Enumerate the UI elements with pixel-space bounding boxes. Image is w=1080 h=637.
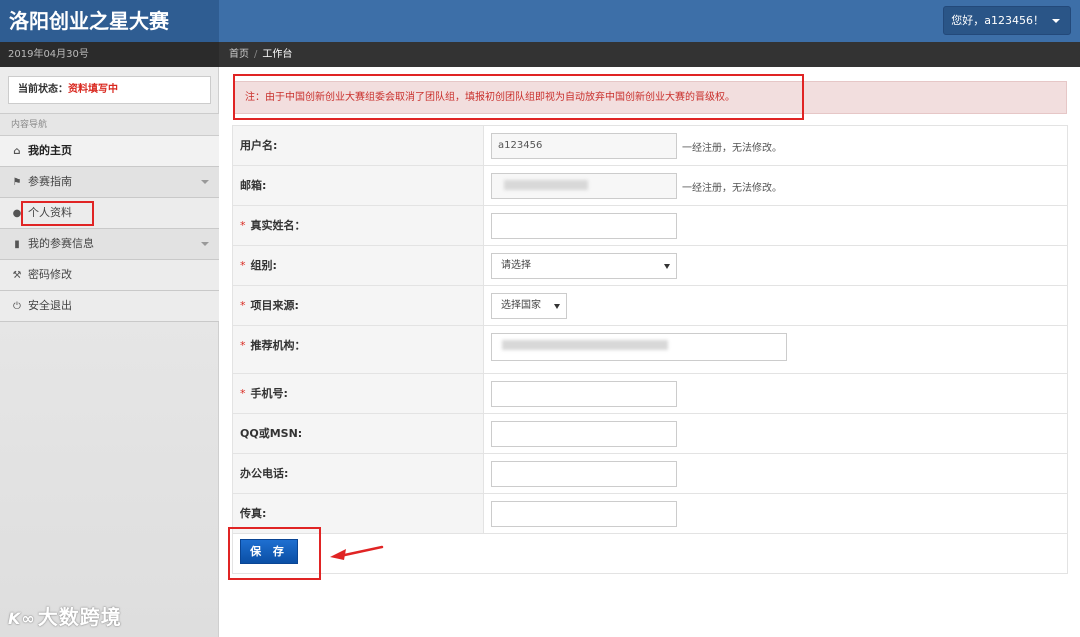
annotation-highlight-save <box>228 527 321 580</box>
username-hint: 一经注册，无法修改。 <box>682 142 782 154</box>
watermark: K∞ 大数跨境 <box>8 601 122 630</box>
form-row-office-phone: 办公电话: <box>232 453 1068 494</box>
status-box: 当前状态：资料填写中 <box>8 76 211 104</box>
required-mark: * <box>240 387 246 400</box>
realname-label: 真实姓名： <box>250 219 306 232</box>
app-title[interactable]: 洛阳创业之星大赛 <box>0 0 219 42</box>
form-row-qq: QQ或MSN: <box>232 413 1068 454</box>
form-row-source: * 项目来源: 选择国家 <box>232 285 1068 326</box>
required-mark: * <box>240 219 246 232</box>
qq-label: QQ或MSN: <box>232 413 484 454</box>
breadcrumb-separator: / <box>254 49 258 60</box>
group-select[interactable]: 请选择 <box>491 253 677 279</box>
form-row-phone: * 手机号: <box>232 373 1068 414</box>
username-field[interactable]: a123456 <box>491 133 677 159</box>
required-mark: * <box>240 299 246 312</box>
dropdown-arrow-icon <box>664 264 670 269</box>
group-selected-value: 请选择 <box>501 260 531 271</box>
status-value: 资料填写中 <box>68 84 118 95</box>
sidebar-item-label: 参赛指南 <box>28 175 72 188</box>
form-row-fax: 传真: <box>232 493 1068 534</box>
chevron-down-icon <box>201 242 209 246</box>
source-selected-value: 选择国家 <box>501 300 541 311</box>
username-label: 用户名: <box>232 125 484 166</box>
required-mark: * <box>240 259 246 272</box>
form-row-realname: * 真实姓名： <box>232 205 1068 246</box>
file-icon: ▮ <box>14 239 20 250</box>
wrench-icon: ⚒ <box>12 270 22 281</box>
phone-label: 手机号: <box>250 387 288 400</box>
qq-field[interactable] <box>491 421 677 447</box>
breadcrumb-home[interactable]: 首页 <box>229 49 249 60</box>
blurred-value <box>504 180 588 190</box>
form-row-email: 邮箱: 一经注册，无法修改。 <box>232 165 1068 206</box>
status-label: 当前状态： <box>18 84 68 95</box>
blurred-value <box>502 340 668 350</box>
caret-down-icon <box>1052 19 1060 23</box>
sidebar-item-label: 安全退出 <box>28 299 72 312</box>
form-row-group: * 组别: 请选择 <box>232 245 1068 286</box>
source-country-select[interactable]: 选择国家 <box>491 293 567 319</box>
fax-field[interactable] <box>491 501 677 527</box>
sub-bar: 2019年04月30号 首页 / 工作台 <box>0 42 1080 67</box>
email-field[interactable] <box>491 173 677 199</box>
power-icon: ⏻ <box>13 301 21 312</box>
user-greeting: 您好，a123456！ <box>951 14 1044 27</box>
user-menu-button[interactable]: 您好，a123456！ <box>943 6 1071 35</box>
sidebar-item-home[interactable]: ⌂ 我的主页 <box>0 136 219 167</box>
watermark-logo-icon: K∞ <box>8 609 36 628</box>
source-label: 项目来源: <box>250 299 299 312</box>
form-row-username: 用户名: a123456 一经注册，无法修改。 <box>232 125 1068 166</box>
required-mark: * <box>240 339 246 352</box>
top-header: 洛阳创业之星大赛 您好，a123456！ <box>0 0 1080 42</box>
watermark-text: 大数跨境 <box>37 605 122 629</box>
sidebar: 当前状态：资料填写中 内容导航 ⌂ 我的主页 ⚑ 参赛指南 ● 个人资料 ▮ 我的参赛信… <box>0 67 219 637</box>
office-phone-label: 办公电话: <box>232 453 484 494</box>
nav-header: 内容导航 <box>0 113 219 136</box>
email-hint: 一经注册，无法修改。 <box>682 182 782 194</box>
sidebar-item-logout[interactable]: ⏻ 安全退出 <box>0 291 219 322</box>
sidebar-item-label: 密码修改 <box>28 268 72 281</box>
sidebar-item-label: 我的参赛信息 <box>28 237 94 250</box>
annotation-highlight-notice <box>233 74 804 120</box>
office-phone-field[interactable] <box>491 461 677 487</box>
annotation-arrow-icon <box>330 545 384 560</box>
email-label: 邮箱: <box>232 165 484 206</box>
chevron-down-icon <box>201 180 209 184</box>
sidebar-item-label: 我的主页 <box>28 144 72 157</box>
current-date: 2019年04月30号 <box>0 42 219 67</box>
breadcrumb: 首页 / 工作台 <box>229 42 292 67</box>
dropdown-arrow-icon <box>554 304 560 309</box>
realname-field[interactable] <box>491 213 677 239</box>
org-label: 推荐机构： <box>250 339 306 352</box>
home-icon: ⌂ <box>13 146 21 157</box>
phone-field[interactable] <box>491 381 677 407</box>
org-field[interactable] <box>491 333 787 361</box>
flag-icon: ⚑ <box>12 177 22 188</box>
form-row-org: * 推荐机构： <box>232 325 1068 374</box>
profile-form: 用户名: a123456 一经注册，无法修改。 邮箱: 一经注册，无法修改。 * 真… <box>232 125 1068 574</box>
annotation-highlight-profile <box>21 201 94 226</box>
breadcrumb-current: 工作台 <box>262 49 293 60</box>
sidebar-item-my-entry[interactable]: ▮ 我的参赛信息 <box>0 229 219 260</box>
group-label: 组别: <box>250 259 277 272</box>
sidebar-item-password[interactable]: ⚒ 密码修改 <box>0 260 219 291</box>
sidebar-item-guide[interactable]: ⚑ 参赛指南 <box>0 167 219 198</box>
